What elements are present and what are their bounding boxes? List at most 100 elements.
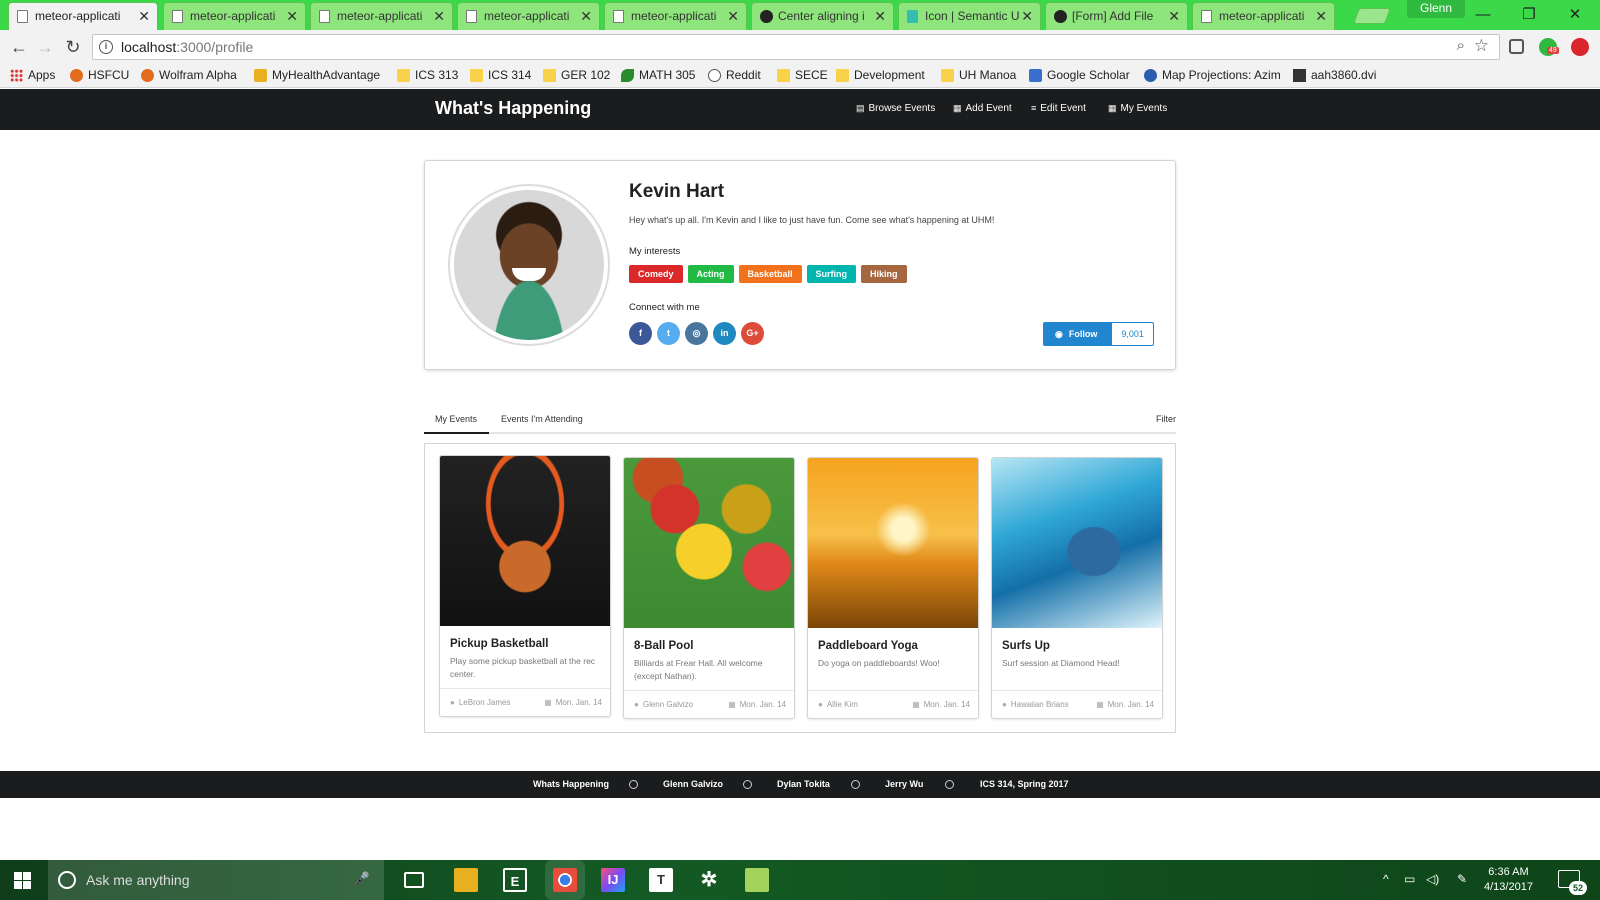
calendar-icon: ▦	[912, 700, 920, 709]
browser-tab-7[interactable]: Icon | Semantic U ✕	[898, 2, 1041, 30]
close-icon[interactable]: ✕	[1021, 3, 1033, 29]
typora-icon[interactable]: T	[649, 868, 673, 892]
bookmark-ics-314[interactable]: ICS 314	[470, 68, 531, 82]
filter-button[interactable]: Filter	[1156, 414, 1176, 424]
interest-tag-comedy[interactable]: Comedy	[629, 265, 683, 283]
minimize-icon[interactable]: —	[1463, 4, 1503, 26]
bookmark-sece[interactable]: SECE	[777, 68, 828, 82]
pen-icon[interactable]: ✎	[1457, 872, 1467, 886]
event-description: Surf session at Diamond Head!	[1002, 658, 1120, 668]
bookmark-map-projections[interactable]: Map Projections: Azim	[1144, 68, 1281, 82]
event-host-name: Glenn Galvizo	[642, 700, 694, 709]
twitter-icon[interactable]: t	[657, 322, 680, 345]
interest-tag-surfing[interactable]: Surfing	[806, 265, 857, 283]
close-icon[interactable]: ✕	[138, 3, 150, 29]
bookmark-aah3860[interactable]: aah3860.dvi	[1293, 68, 1376, 82]
cortana-search-box[interactable]: Ask me anything 🎤	[48, 860, 384, 900]
follower-count: 9,001	[1111, 322, 1154, 346]
browser-tab-1[interactable]: meteor-applicati ✕	[8, 2, 158, 30]
event-card[interactable]: Pickup Basketball Play some pickup baske…	[439, 455, 611, 717]
event-date-text: Mon. Jan. 14	[923, 700, 970, 709]
follow-button[interactable]: ◉ Follow	[1043, 322, 1112, 346]
tab-my-events[interactable]: My Events	[424, 414, 490, 434]
bookmark-myhealthadvantage[interactable]: MyHealthAdvantage	[254, 68, 380, 82]
google-plus-icon[interactable]: G+	[741, 322, 764, 345]
bookmark-apps[interactable]: Apps	[10, 68, 55, 82]
network-icon[interactable]: ▭	[1404, 872, 1415, 886]
reload-icon[interactable]: ↻	[62, 36, 84, 58]
restore-icon[interactable]: ❐	[1509, 4, 1549, 26]
browser-profile-button[interactable]: Glenn	[1407, 0, 1465, 18]
tray-chevron-icon[interactable]: ^	[1383, 872, 1389, 886]
tab-events-attending[interactable]: Events I'm Attending	[501, 414, 583, 424]
linkedin-icon[interactable]: in	[713, 322, 736, 345]
bookmark-math-305[interactable]: MATH 305	[621, 68, 695, 82]
event-title: Paddleboard Yoga	[818, 640, 918, 652]
forward-icon[interactable]: →	[34, 36, 56, 58]
spreadsheet-app-icon[interactable]	[745, 868, 769, 892]
bookmark-wolfram-alpha[interactable]: Wolfram Alpha	[141, 68, 237, 82]
user-icon: ●	[818, 700, 823, 709]
new-tab-button[interactable]	[1353, 8, 1391, 24]
task-view-icon[interactable]	[404, 872, 424, 888]
bookmark-google-scholar[interactable]: Google Scholar	[1029, 68, 1130, 82]
browser-tab-5[interactable]: meteor-applicati ✕	[604, 2, 747, 30]
slack-icon[interactable]: ✲	[697, 868, 721, 892]
bookmark-star-icon[interactable]: ☆	[1474, 36, 1489, 56]
chrome-icon[interactable]	[553, 868, 577, 892]
nav-edit-event[interactable]: ≡ Edit Event	[1031, 103, 1086, 114]
browser-tab-8[interactable]: [Form] Add File ✕	[1045, 2, 1188, 30]
browser-tab-6[interactable]: Center aligning i ✕	[751, 2, 894, 30]
volume-icon[interactable]: ◁)	[1426, 872, 1439, 886]
zoom-icon[interactable]: ⌕	[1457, 37, 1465, 54]
browser-tab-2[interactable]: meteor-applicati ✕	[163, 2, 306, 30]
bookmark-hsfcu[interactable]: HSFCU	[70, 68, 129, 82]
event-date-text: Mon. Jan. 14	[555, 698, 602, 707]
editor-app-icon[interactable]: E	[503, 868, 527, 892]
event-host-name: LeBron James	[458, 698, 511, 707]
close-icon[interactable]: ✕	[1168, 3, 1180, 29]
close-icon[interactable]: ✕	[1315, 3, 1327, 29]
back-icon[interactable]: ←	[8, 36, 30, 58]
close-icon[interactable]: ✕	[286, 3, 298, 29]
interest-tag-basketball[interactable]: Basketball	[738, 265, 802, 283]
event-date-text: Mon. Jan. 14	[739, 700, 786, 709]
interest-tag-hiking[interactable]: Hiking	[861, 265, 907, 283]
event-card[interactable]: 8-Ball Pool Billiards at Frear Hall. All…	[623, 457, 795, 719]
browser-tab-3[interactable]: meteor-applicati ✕	[310, 2, 453, 30]
instagram-icon[interactable]: ◎	[685, 322, 708, 345]
close-icon[interactable]: ✕	[874, 3, 886, 29]
event-card[interactable]: Paddleboard Yoga Do yoga on paddleboards…	[807, 457, 979, 719]
bookmark-reddit[interactable]: Reddit	[708, 68, 761, 82]
adblock-icon[interactable]	[1571, 38, 1589, 56]
footer-separator-icon	[629, 780, 638, 789]
nav-browse-events[interactable]: ▤ Browse Events	[856, 103, 935, 114]
browser-tab-4[interactable]: meteor-applicati ✕	[457, 2, 600, 30]
bookmark-development[interactable]: Development	[836, 68, 925, 82]
bookmark-ger-102[interactable]: GER 102	[543, 68, 610, 82]
close-icon[interactable]: ✕	[580, 3, 592, 29]
nav-my-events[interactable]: ▦ My Events	[1108, 103, 1167, 114]
interest-tag-acting[interactable]: Acting	[687, 265, 734, 283]
facebook-icon[interactable]: f	[629, 322, 652, 345]
info-icon[interactable]: i	[99, 40, 113, 54]
nav-add-event[interactable]: ▦ Add Event	[953, 103, 1012, 114]
windows-start-icon[interactable]	[14, 872, 31, 889]
microphone-icon[interactable]: 🎤	[354, 871, 370, 887]
address-bar[interactable]: i localhost:3000/profile ⌕ ☆	[92, 34, 1500, 60]
site-brand[interactable]: What's Happening	[435, 98, 591, 119]
close-window-icon[interactable]: ✕	[1555, 4, 1595, 26]
intellij-icon[interactable]: IJ	[601, 868, 625, 892]
system-clock[interactable]: 6:36 AM 4/13/2017	[1484, 865, 1533, 895]
action-center-icon[interactable]: 52	[1558, 870, 1587, 895]
event-card[interactable]: Surfs Up Surf session at Diamond Head! ●…	[991, 457, 1163, 719]
pocket-icon[interactable]	[1509, 39, 1524, 54]
bookmark-ics-313[interactable]: ICS 313	[397, 68, 458, 82]
file-explorer-icon[interactable]	[454, 868, 478, 892]
event-host: ● LeBron James	[450, 698, 510, 707]
extension-icon[interactable]: 49	[1539, 38, 1559, 56]
browser-tab-9[interactable]: meteor-applicati ✕	[1192, 2, 1335, 30]
bookmark-uh-manoa[interactable]: UH Manoa	[941, 68, 1016, 82]
close-icon[interactable]: ✕	[727, 3, 739, 29]
close-icon[interactable]: ✕	[433, 3, 445, 29]
